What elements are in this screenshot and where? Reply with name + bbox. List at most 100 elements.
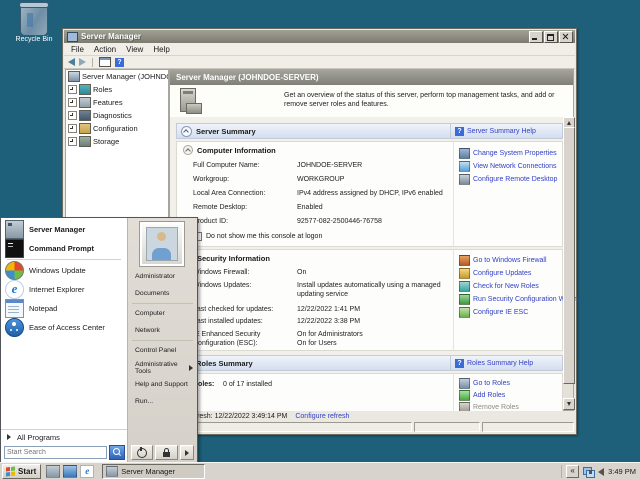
start-item-control-panel[interactable]: Control Panel (128, 342, 197, 359)
window-title: Server Manager (81, 32, 141, 41)
tree-item-storage[interactable]: Storage (66, 135, 168, 148)
expand-icon[interactable] (68, 137, 77, 146)
roles-summary-help-link[interactable]: Roles Summary Help (467, 360, 533, 367)
configure-refresh-link[interactable]: Configure refresh (295, 413, 349, 420)
expand-icon[interactable] (68, 124, 77, 133)
info-row: Windows Firewall: On (193, 268, 446, 277)
internet-explorer-icon (5, 280, 24, 299)
last-refresh-row: Last Refresh: 12/22/2022 3:49:14 PM Conf… (171, 411, 572, 422)
search-icon[interactable] (109, 445, 125, 460)
taskbar-button-server-manager[interactable]: Server Manager (102, 464, 205, 479)
toolbar (64, 56, 575, 69)
recycle-bin-shortcut[interactable]: Recycle Bin (8, 4, 60, 43)
taskbar-clock[interactable]: 3:49 PM (608, 467, 636, 476)
start-menu-right-column: Administrator Documents Computer Network… (127, 218, 197, 462)
back-icon[interactable] (68, 58, 75, 66)
user-avatar (146, 227, 178, 261)
minimize-button[interactable] (529, 31, 543, 43)
overview-strip: Get an overview of the status of this se… (170, 85, 573, 117)
tree-item-diagnostics[interactable]: Diagnostics (66, 109, 168, 122)
roles-icon (79, 84, 91, 95)
lock-button[interactable] (155, 445, 177, 460)
user-picture-frame[interactable] (139, 221, 185, 267)
computer-information-title: Computer Information (183, 145, 276, 155)
shutdown-options-button[interactable] (180, 445, 194, 460)
maximize-button[interactable] (544, 31, 558, 43)
go-to-windows-firewall[interactable]: Go to Windows Firewall (459, 255, 547, 266)
tree-root-server-manager[interactable]: Server Manager (JOHNDOE-SERVER) (66, 70, 168, 83)
add-roles[interactable]: Add Roles (459, 390, 505, 401)
start-item-internet-explorer[interactable]: Internet Explorer (1, 280, 127, 299)
show-console-tree-icon[interactable] (99, 57, 111, 67)
start-item-server-manager[interactable]: Server Manager (1, 220, 127, 239)
roles-summary-help[interactable]: Roles Summary Help (450, 356, 562, 370)
tree-item-roles[interactable]: Roles (66, 83, 168, 96)
roles-summary-header[interactable]: Roles Summary Roles Summary Help (176, 355, 563, 371)
start-menu: Server Manager Command Prompt Windows Up… (0, 217, 198, 463)
expand-icon[interactable] (68, 111, 77, 120)
server-summary-help-link[interactable]: Server Summary Help (467, 128, 536, 135)
storage-icon (79, 136, 91, 147)
info-row: Local Area Connection: IPv4 address assi… (193, 189, 446, 198)
windows-logo-icon (6, 467, 15, 477)
start-item-documents[interactable]: Documents (128, 285, 197, 302)
arrow-icon (185, 450, 189, 456)
start-item-administrator[interactable]: Administrator (128, 268, 197, 285)
tree-item-features[interactable]: Features (66, 96, 168, 109)
help-icon[interactable] (115, 58, 124, 67)
server-summary-header[interactable]: Server Summary Server Summary Help (176, 123, 563, 139)
start-item-run[interactable]: Run... (128, 393, 197, 410)
collapse-icon[interactable] (181, 126, 192, 137)
all-programs[interactable]: All Programs (1, 429, 127, 444)
configure-remote-desktop[interactable]: Configure Remote Desktop (459, 174, 557, 185)
show-desktop-icon[interactable] (63, 465, 77, 478)
expand-icon[interactable] (68, 85, 77, 94)
scrollbar-thumb[interactable] (563, 127, 575, 384)
start-button[interactable]: Start (2, 464, 41, 479)
configure-ie-esc[interactable]: Configure IE ESC (459, 307, 528, 318)
window-icon (67, 32, 78, 42)
collapse-icon[interactable] (183, 145, 193, 155)
forward-icon[interactable] (79, 58, 86, 66)
start-item-administrative-tools[interactable]: Administrative Tools (128, 359, 197, 376)
desktop: Recycle Bin Server Manager File Action V… (0, 0, 640, 480)
start-item-command-prompt[interactable]: Command Prompt (1, 239, 127, 258)
window-titlebar[interactable]: Server Manager (64, 30, 575, 43)
windows-update-icon (5, 261, 24, 280)
expand-icon[interactable] (68, 98, 77, 107)
vertical-scrollbar[interactable] (563, 117, 573, 410)
tray-chevron-icon[interactable] (566, 465, 579, 478)
view-network-connections[interactable]: View Network Connections (459, 161, 557, 172)
volume-tray-icon[interactable] (598, 468, 604, 476)
tree-item-configuration[interactable]: Configuration (66, 122, 168, 135)
menu-view[interactable]: View (121, 44, 148, 55)
start-item-windows-update[interactable]: Windows Update (1, 261, 127, 280)
start-menu-separator (132, 303, 193, 304)
server-manager-icon (106, 466, 118, 477)
start-search-input[interactable] (4, 446, 107, 459)
configure-updates[interactable]: Configure Updates (459, 268, 531, 279)
start-item-notepad[interactable]: Notepad (1, 299, 127, 318)
scroll-down-button[interactable] (563, 398, 575, 410)
power-button[interactable] (131, 445, 153, 460)
start-menu-separator (7, 259, 121, 260)
ie-esc-icon (459, 307, 470, 318)
server-summary-help[interactable]: Server Summary Help (450, 124, 562, 138)
ease-of-access-icon (5, 318, 24, 337)
internet-explorer-quicklaunch-icon[interactable] (80, 465, 94, 478)
close-button[interactable] (559, 31, 573, 43)
start-item-help-and-support[interactable]: Help and Support (128, 376, 197, 393)
search-row (1, 444, 127, 462)
start-item-computer[interactable]: Computer (128, 305, 197, 322)
go-to-roles[interactable]: Go to Roles (459, 378, 510, 389)
check-for-new-roles[interactable]: Check for New Roles (459, 281, 539, 292)
info-row: Last checked for updates: 12/22/2022 1:4… (193, 305, 446, 314)
menu-help[interactable]: Help (148, 44, 174, 55)
start-item-network[interactable]: Network (128, 322, 197, 339)
start-item-ease-of-access[interactable]: Ease of Access Center (1, 318, 127, 337)
toolbar-separator (92, 58, 93, 67)
change-system-properties[interactable]: Change System Properties (459, 148, 557, 159)
menu-file[interactable]: File (66, 44, 89, 55)
menu-action[interactable]: Action (89, 44, 121, 55)
server-manager-quicklaunch-icon[interactable] (46, 465, 60, 478)
